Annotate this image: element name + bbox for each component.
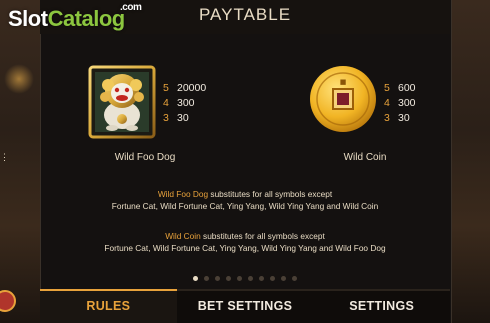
- pagination-dot-6[interactable]: [248, 276, 253, 281]
- lantern-glow: [4, 64, 34, 94]
- foo-dog-paytable: 5 20000 4 300 3 30: [163, 81, 206, 126]
- pagination-dot-8[interactable]: [270, 276, 275, 281]
- pay-value: 600: [398, 82, 416, 94]
- pagination-dot-4[interactable]: [226, 276, 231, 281]
- pay-row: 5 20000: [163, 81, 206, 96]
- coin-name: Wild Coin: [343, 152, 387, 163]
- watermark-logo: SlotCatalog .com: [8, 2, 142, 32]
- pay-count: 5: [163, 82, 169, 94]
- pay-value: 300: [177, 97, 195, 109]
- desc-highlight: Wild Foo Dog: [157, 189, 209, 199]
- pagination-dot-7[interactable]: [259, 276, 264, 281]
- pay-row: 3 30: [163, 111, 206, 126]
- tab-rules[interactable]: RULES: [40, 289, 177, 323]
- pay-count: 3: [163, 112, 169, 124]
- tab-settings[interactable]: SETTINGS: [313, 289, 451, 323]
- desc-highlight: Wild Coin: [165, 231, 201, 241]
- desc-exceptions: Fortune Cat, Wild Fortune Cat, Ying Yang…: [111, 201, 379, 211]
- pay-count: 4: [163, 97, 169, 109]
- pay-row: 4 300: [163, 96, 206, 111]
- desc-text: substitutes for all symbols except: [200, 231, 325, 241]
- pay-row: 4 300: [384, 96, 416, 111]
- pay-value: 30: [398, 112, 410, 124]
- bottom-tabs: RULES BET SETTINGS SETTINGS: [40, 289, 451, 323]
- pay-row: 3 30: [384, 111, 416, 126]
- foo-dog-description: Wild Foo Dog substitutes for all symbols…: [40, 188, 450, 212]
- pay-count: 5: [384, 82, 390, 94]
- pagination-dot-2[interactable]: [204, 276, 209, 281]
- foo-dog-name: Wild Foo Dog: [114, 152, 176, 163]
- pay-value: 30: [177, 112, 189, 124]
- pagination-dot-9[interactable]: [281, 276, 286, 281]
- pay-value: 20000: [177, 82, 207, 94]
- tab-bet-settings[interactable]: BET SETTINGS: [176, 289, 314, 323]
- svg-text:■: ■: [340, 78, 347, 86]
- pagination-dot-1[interactable]: [193, 276, 198, 281]
- desc-exceptions: Fortune Cat, Wild Fortune Cat, Ying Yang…: [104, 243, 386, 253]
- coin-icon: ■: [310, 66, 376, 132]
- watermark-part2: Catalog: [47, 6, 126, 31]
- pay-count: 3: [384, 112, 390, 124]
- watermark-part1: Slot: [8, 6, 48, 31]
- watermark-dotcom: .com: [120, 2, 142, 13]
- coin-paytable: 5 600 4 300 3 30: [384, 81, 416, 126]
- desc-text: substitutes for all symbols except: [208, 189, 333, 199]
- pagination-dots: [40, 275, 450, 283]
- pagination-dot-10[interactable]: [292, 276, 297, 281]
- pay-row: 5 600: [384, 81, 416, 96]
- game-background-right: [450, 0, 490, 323]
- pagination-dot-3[interactable]: [215, 276, 220, 281]
- side-indicator-icon: ⋮: [0, 152, 9, 162]
- foo-dog-icon: [88, 65, 156, 139]
- pay-value: 300: [398, 97, 416, 109]
- coin-description: Wild Coin substitutes for all symbols ex…: [40, 230, 450, 254]
- pay-count: 4: [384, 97, 390, 109]
- pagination-dot-5[interactable]: [237, 276, 242, 281]
